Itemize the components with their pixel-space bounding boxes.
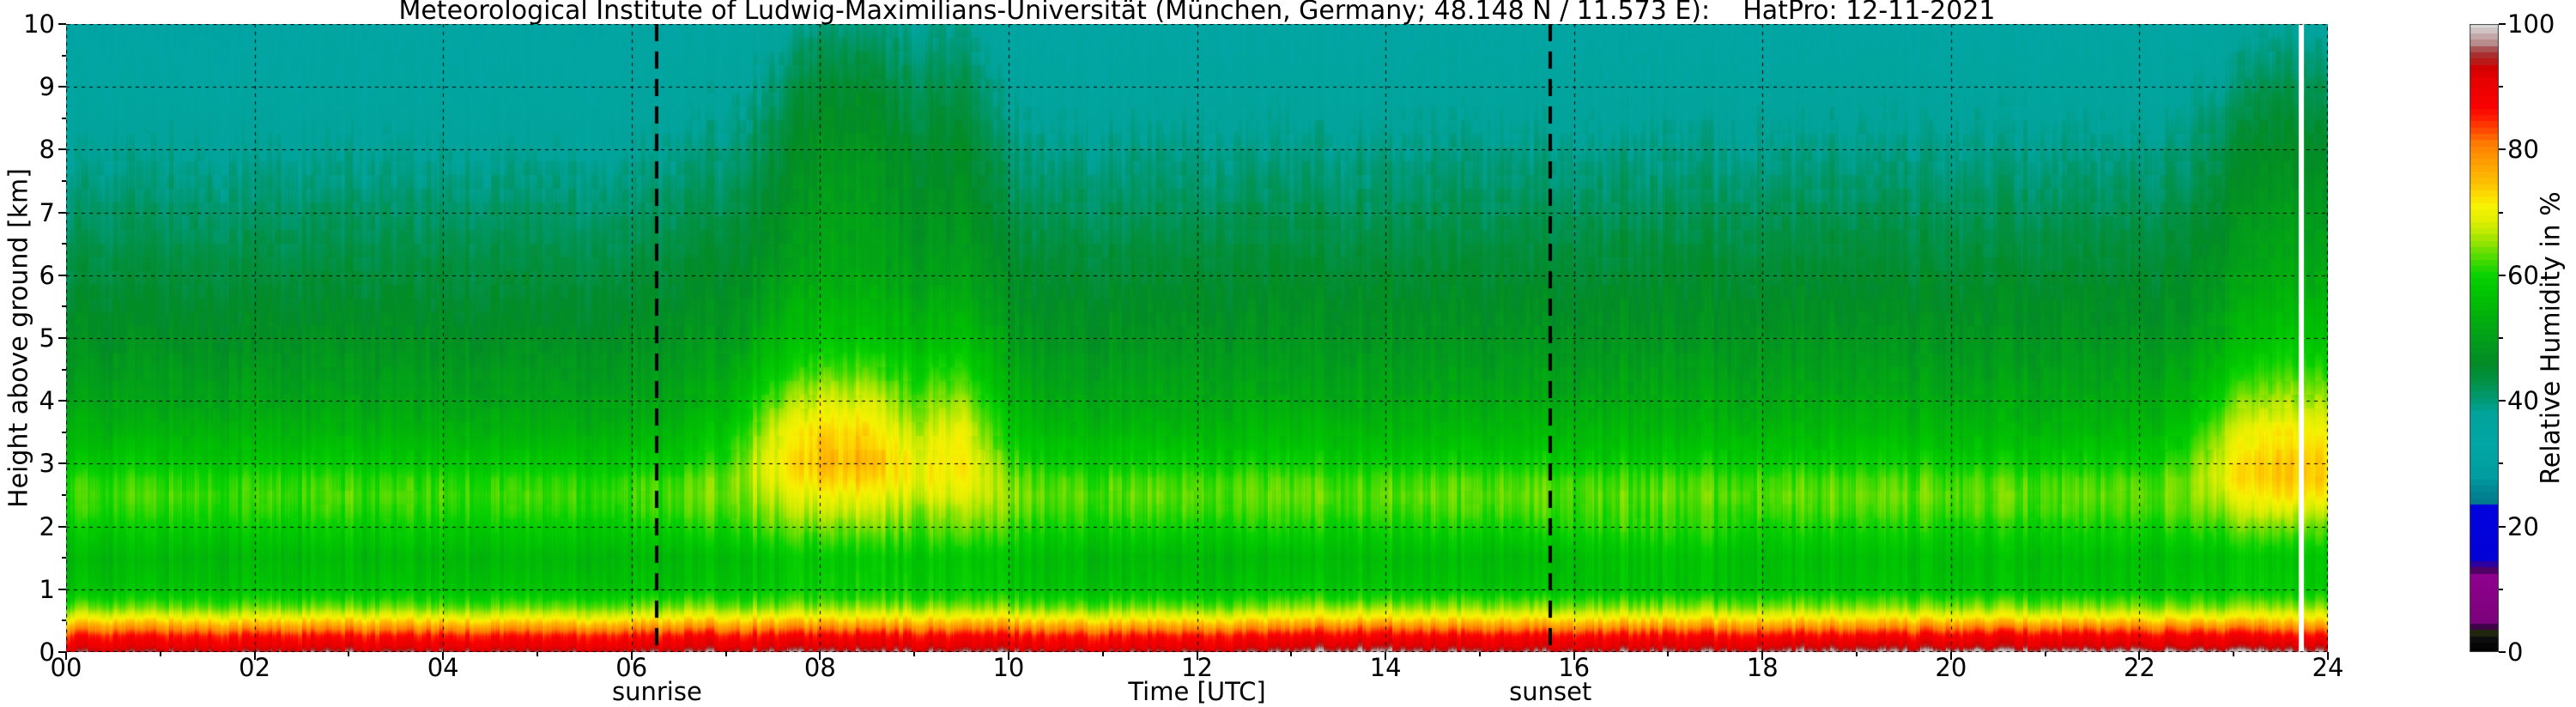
y-axis-minor-tick (62, 117, 66, 119)
colorbar-major-tick (2499, 148, 2506, 151)
colorbar-major-tick (2499, 274, 2506, 276)
x-axis-minor-tick (1290, 652, 1293, 656)
y-axis-major-tick (58, 23, 66, 25)
humidity-time-height-figure: Meteorological Institute of Ludwig-Maxim… (0, 0, 2576, 707)
y-axis-minor-tick (62, 180, 66, 182)
colorbar-major-tick (2499, 400, 2506, 402)
y-axis-tick-label: 2 (39, 511, 55, 541)
x-axis-minor-tick (1101, 652, 1104, 656)
sunset-annotation: sunset (1509, 677, 1592, 706)
y-axis-tick-label: 6 (39, 260, 55, 290)
y-axis-major-tick (58, 337, 66, 339)
colorbar-canvas (2470, 24, 2499, 652)
colorbar-tick-label: 60 (2507, 260, 2539, 290)
colorbar-tick-label: 100 (2507, 9, 2555, 39)
y-axis-minor-tick (62, 619, 66, 622)
y-axis-tick-label: 8 (39, 135, 55, 165)
y-axis-major-tick (58, 525, 66, 528)
y-axis-tick-label: 1 (39, 574, 55, 604)
colorbar-minor-tick (2499, 462, 2503, 465)
colorbar-major-tick (2499, 525, 2506, 528)
x-axis-minor-tick (536, 652, 538, 656)
y-axis-minor-tick (62, 305, 66, 308)
x-axis-minor-tick (1667, 652, 1670, 656)
y-axis-major-tick (58, 400, 66, 402)
y-axis-major-tick (58, 651, 66, 653)
y-axis-minor-tick (62, 557, 66, 559)
y-axis-tick-label: 7 (39, 197, 55, 227)
x-axis-minor-tick (1478, 652, 1481, 656)
x-axis-label: Time [UTC] (1128, 677, 1266, 706)
y-axis-tick-label: 0 (39, 638, 55, 667)
y-axis-tick-label: 5 (39, 323, 55, 353)
figure-title: Meteorological Institute of Ludwig-Maxim… (398, 0, 1996, 26)
x-axis-minor-tick (724, 652, 727, 656)
humidity-heatmap-canvas (66, 24, 2328, 652)
colorbar-major-tick (2499, 651, 2506, 653)
y-axis-tick-label: 4 (39, 386, 55, 416)
sunrise-annotation: sunrise (611, 677, 702, 706)
colorbar-minor-tick (2499, 211, 2503, 214)
colorbar-major-tick (2499, 23, 2506, 25)
colorbar-minor-tick (2499, 588, 2503, 590)
y-axis-major-tick (58, 588, 66, 590)
x-axis-minor-tick (159, 652, 161, 656)
y-axis-tick-label: 10 (23, 9, 55, 39)
y-axis-tick-label: 9 (39, 72, 55, 102)
colorbar-tick-label: 0 (2507, 638, 2524, 667)
y-axis-major-tick (58, 211, 66, 214)
y-axis-major-tick (58, 148, 66, 151)
y-axis-major-tick (58, 274, 66, 276)
y-axis-minor-tick (62, 368, 66, 371)
x-axis-minor-tick (1856, 652, 1858, 656)
x-axis-minor-tick (913, 652, 916, 656)
y-axis-minor-tick (62, 243, 66, 245)
colorbar-tick-label: 80 (2507, 135, 2539, 165)
x-axis-minor-tick (2044, 652, 2046, 656)
y-axis-minor-tick (62, 494, 66, 496)
colorbar-tick-label: 20 (2507, 511, 2539, 541)
x-axis-minor-tick (2233, 652, 2235, 656)
colorbar-label: Relative Humidity in % (2536, 191, 2567, 485)
y-axis-minor-tick (62, 431, 66, 433)
y-axis-major-tick (58, 462, 66, 465)
y-axis-minor-tick (62, 54, 66, 57)
colorbar-minor-tick (2499, 337, 2503, 339)
x-axis-minor-tick (348, 652, 350, 656)
colorbar-minor-tick (2499, 86, 2503, 88)
y-axis-tick-label: 3 (39, 449, 55, 479)
y-axis-major-tick (58, 86, 66, 88)
colorbar-tick-label: 40 (2507, 386, 2539, 416)
